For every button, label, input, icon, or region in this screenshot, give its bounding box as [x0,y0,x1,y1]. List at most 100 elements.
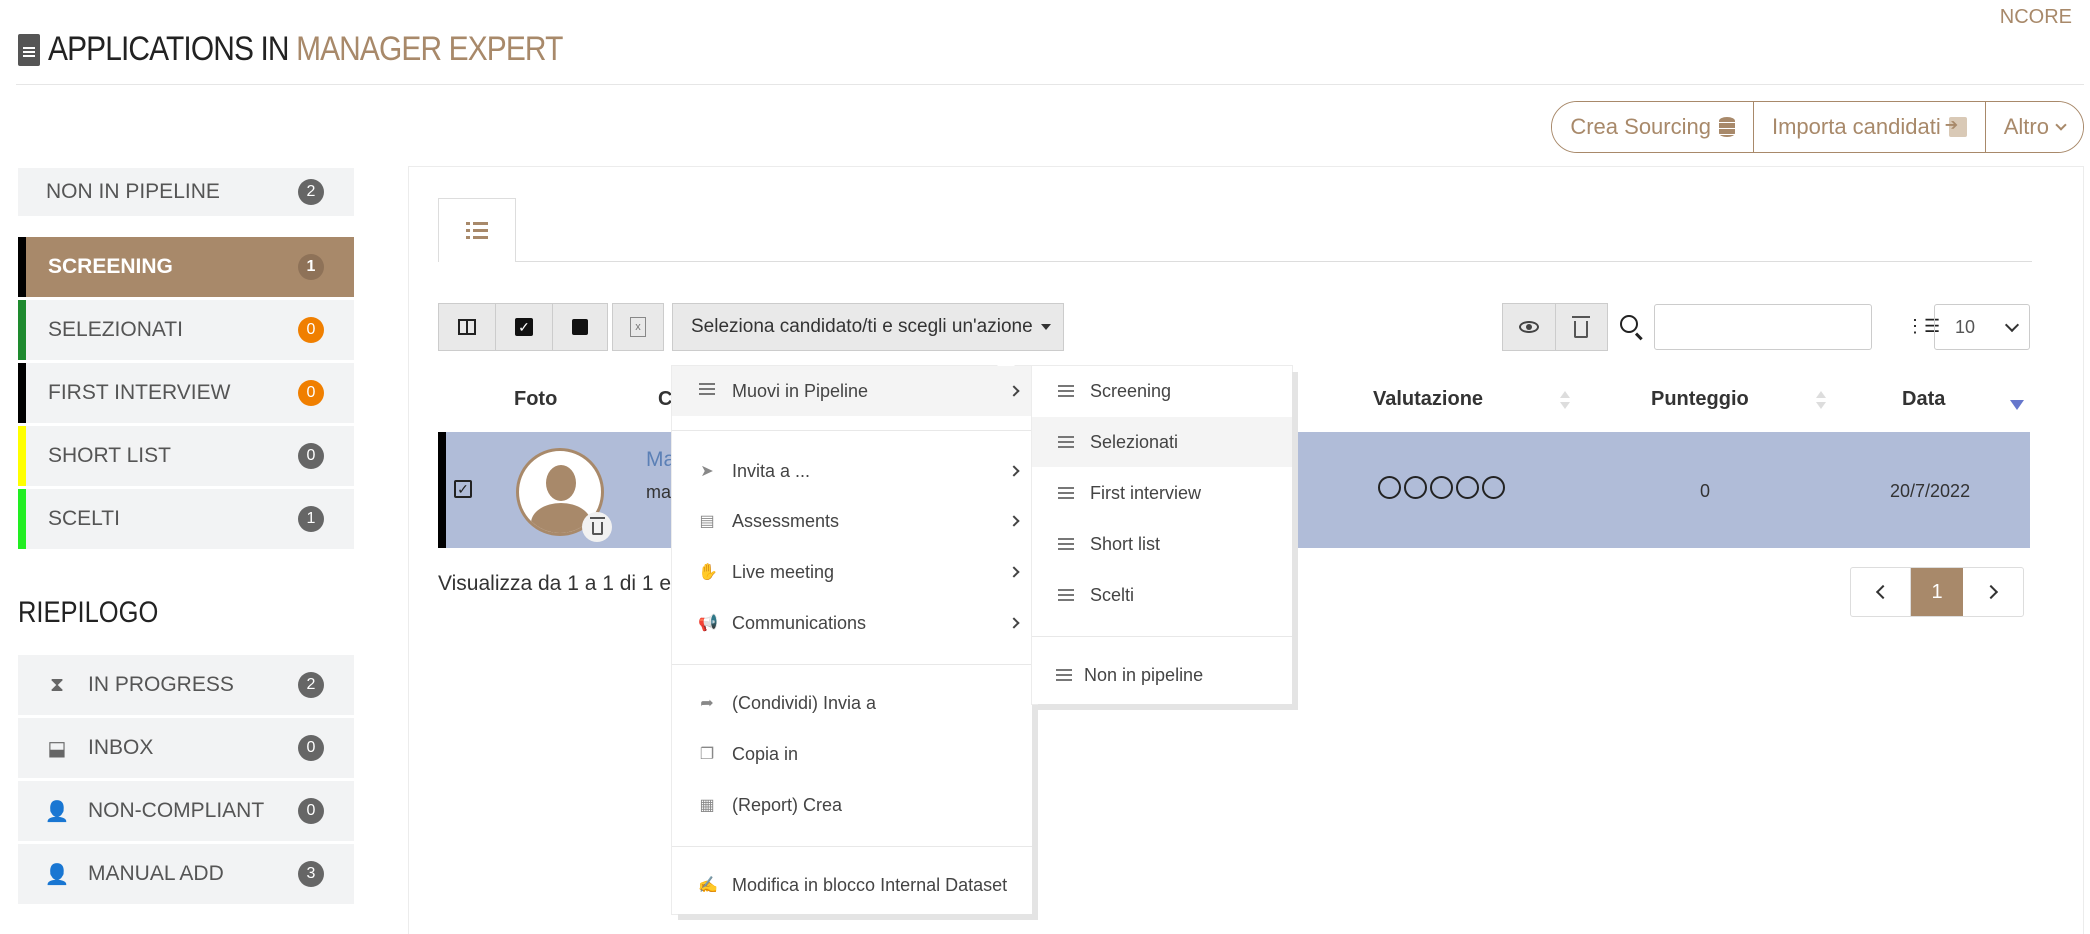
menu-item-report[interactable]: ▦ (Report) Crea [672,780,1032,830]
submenu-item-screening[interactable]: Screening [1032,366,1292,416]
rating-circles[interactable] [1378,476,1505,499]
menu-item-muovi-in-pipeline[interactable]: Muovi in Pipeline [672,366,1032,416]
sidebar-stage-first-interview[interactable]: FIRST INTERVIEW 0 [18,363,354,423]
menu-item-live-meeting[interactable]: ✋ Live meeting [672,547,1032,597]
sidebar-stage-scelti[interactable]: SCELTI 1 [18,489,354,549]
sidebar-stage-screening[interactable]: SCREENING 1 [18,237,354,297]
count-badge: 0 [298,735,324,761]
menu-item-assessments[interactable]: ▤ Assessments [672,496,1032,546]
list-icon [698,382,716,400]
list-icon [1058,538,1074,550]
menu-item-invita[interactable]: ➤ Invita a ... [672,446,1032,496]
submenu-item-scelti[interactable]: Scelti [1032,570,1292,620]
page-title-prefix: APPLICATIONS IN [48,30,290,68]
list-icon [1058,385,1074,397]
menu-item-label: Communications [732,612,867,633]
delete-button[interactable] [1556,304,1608,350]
row-checkbox[interactable]: ✓ [454,480,472,498]
file-import-icon [1945,115,1967,137]
column-header-data[interactable]: Data [1902,388,1945,411]
chevron-right-icon [1983,584,1999,600]
submenu-item-label: First interview [1090,482,1202,503]
sidebar-item-label: SCREENING [48,255,173,278]
sort-descending-icon[interactable] [2010,400,2024,410]
action-dropdown-menu: Muovi in Pipeline ➤ Invita a ... ▤ Asses… [672,357,1032,914]
page-number-button[interactable]: 1 [1911,568,1963,616]
menu-item-condividi[interactable]: ➦ (Condividi) Invia a [672,678,1032,728]
user-plus-icon: 👤 [44,863,70,886]
inbox-icon: ⬓ [47,737,67,760]
header-divider [16,84,2084,85]
altro-button[interactable]: Altro [1985,102,2083,152]
crea-sourcing-button[interactable]: Crea Sourcing [1552,102,1754,152]
database-icon [1718,117,1735,137]
count-badge: 0 [298,317,324,343]
rating-circle[interactable] [1482,476,1505,499]
importa-candidati-label: Importa candidati [1771,114,1941,139]
view-button[interactable] [1503,304,1556,350]
sidebar-summary-manual-add[interactable]: 👤 MANUAL ADD 3 [18,844,354,904]
next-page-button[interactable] [1963,568,2023,616]
page-size-value: 10 [1955,316,1976,337]
menu-item-modifica-in-blocco[interactable]: ✍ Modifica in blocco Internal Dataset [672,860,1032,910]
previous-page-button[interactable] [1851,568,1911,616]
sidebar-stage-selezionati[interactable]: SELEZIONATI 0 [18,300,354,360]
top-button-group: Crea Sourcing Importa candidati Altro [1551,101,2084,153]
menu-item-label: Copia in [732,743,799,764]
column-header-candidate[interactable]: C [658,388,672,411]
chevron-down-icon [2055,119,2067,131]
sidebar-stage-short-list[interactable]: SHORT LIST 0 [18,426,354,486]
sort-icon[interactable] [1560,391,1570,409]
menu-item-copia-in[interactable]: ❐ Copia in [672,729,1032,779]
menu-item-label: Invita a ... [732,460,811,481]
columns-toggle-button[interactable] [438,303,496,351]
submenu-item-short-list[interactable]: Short list [1032,519,1292,569]
sidebar-summary-inbox[interactable]: ⬓ INBOX 0 [18,718,354,778]
brand-logo-text: NCORE [1999,6,2072,28]
column-header-valutazione[interactable]: Valutazione [1373,388,1483,411]
search-input[interactable] [1654,304,1872,350]
candidate-name-link[interactable]: Ma [646,448,675,472]
menu-item-label: Muovi in Pipeline [732,380,869,401]
count-badge: 2 [298,672,324,698]
submenu-item-non-in-pipeline[interactable]: Non in pipeline [1032,650,1292,700]
menu-item-label: Modifica in blocco Internal Dataset [732,874,1008,895]
menu-item-communications[interactable]: 📢 Communications [672,598,1032,648]
submenu-divider [1032,636,1292,637]
sidebar-summary-in-progress[interactable]: ⧗ IN PROGRESS 2 [18,655,354,715]
columns-icon [458,319,476,335]
page-size-select[interactable]: 10 [1934,304,2030,350]
view-delete-group [1502,303,1608,351]
select-all-button[interactable]: ✓ [495,303,553,351]
submenu-item-first-interview[interactable]: First interview [1032,468,1292,518]
submenu-item-selezionati[interactable]: Selezionati [1032,417,1292,467]
sort-icon[interactable] [1816,391,1826,409]
trash-icon [589,517,605,535]
count-badge: 3 [298,861,324,887]
chevron-right-icon [1008,385,1020,397]
deselect-all-button[interactable] [552,303,608,351]
action-dropdown-button[interactable]: Seleziona candidato/ti e scegli un'azion… [672,303,1064,351]
copy-icon: ❐ [699,746,715,763]
sidebar-item-non-in-pipeline[interactable]: NON IN PIPELINE 2 [18,168,354,216]
rating-circle[interactable] [1378,476,1401,499]
menu-item-label: Assessments [732,510,840,531]
rating-circle[interactable] [1430,476,1453,499]
rating-circle[interactable] [1404,476,1427,499]
page-title: APPLICATIONS IN MANAGER EXPERT [18,30,633,69]
importa-candidati-button[interactable]: Importa candidati [1753,102,1986,152]
tab-list-view[interactable] [438,198,516,262]
submenu-item-label: Non in pipeline [1084,664,1204,685]
submenu-item-label: Scelti [1090,584,1135,605]
clipboard-icon: ▤ [699,513,715,530]
rating-circle[interactable] [1456,476,1479,499]
action-dropdown-label: Seleziona candidato/ti e scegli un'azion… [691,316,1033,337]
pipeline-submenu: Screening Selezionati First interview Sh… [1032,366,1292,704]
list-icon [466,221,488,240]
sidebar-summary-non-compliant[interactable]: 👤 NON-COMPLIANT 0 [18,781,354,841]
export-excel-button[interactable]: x [612,303,664,351]
delete-photo-button[interactable] [582,512,612,542]
column-header-punteggio[interactable]: Punteggio [1651,388,1749,411]
handshake-icon: ✋ [698,564,718,581]
user-x-icon: 👤 [44,800,70,823]
